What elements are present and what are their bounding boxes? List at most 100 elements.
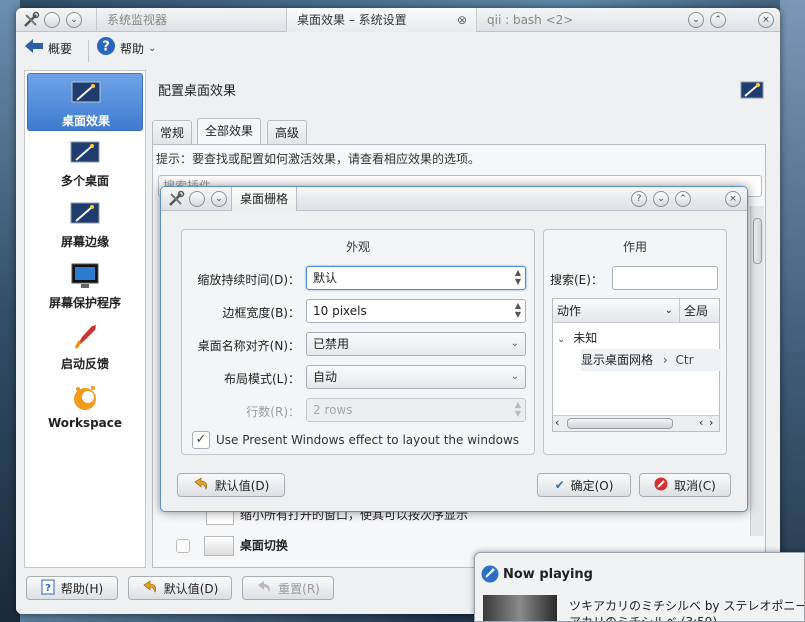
help-menu-button[interactable]: ? 帮助 ⌄ [96, 36, 156, 63]
chevron-down-icon: ⌄ [215, 194, 223, 204]
tab-advanced[interactable]: 高级 [267, 120, 308, 146]
column-header-action[interactable]: 动作 ⌄ [553, 299, 679, 323]
cancel-button[interactable]: 取消(C) [639, 473, 731, 497]
scrollbar-thumb[interactable] [753, 218, 762, 264]
svg-text:?: ? [45, 583, 51, 594]
chevron-down-icon: ⌄ [664, 305, 673, 316]
effect-checkbox[interactable] [176, 539, 190, 553]
defaults-button[interactable]: 默认值(D) [128, 576, 232, 600]
help-icon: ? [96, 36, 116, 63]
ok-button[interactable]: ✔ 确定(O) [537, 473, 631, 497]
sidebar-item-launch-feedback[interactable]: 启动反馈 [27, 317, 143, 375]
tree-item-unknown[interactable]: ⌄ 未知 [557, 329, 597, 346]
checkmark-icon: ✔ [554, 478, 565, 492]
effect-thumbnail-icon [203, 536, 234, 556]
action-group: 作用 搜索(E)： 动作 ⌄ 全局 ⌄ 未知 显示桌面网格 › Ctr ‹ ‹ … [543, 229, 727, 455]
tab-general[interactable]: 常规 [152, 120, 193, 146]
chevron-down-icon: ⌄ [692, 15, 700, 25]
rows-label: 行数(R)： [246, 405, 300, 419]
chevron-down-icon: ⌄ [510, 338, 519, 349]
tab-terminal[interactable]: qii : bash <2> [476, 8, 676, 32]
close-icon: × [729, 194, 737, 204]
spin-arrows-icon: ▲ ▼ [514, 400, 521, 418]
question-icon: ? [636, 194, 642, 204]
chevron-down-icon: ⌄ [510, 371, 519, 382]
scroll-right-icon[interactable]: › [709, 416, 713, 429]
tab-system-monitor[interactable]: 系统监视器 [96, 8, 286, 32]
minimize-button[interactable]: ⌄ [66, 12, 82, 28]
reset-icon [256, 580, 272, 597]
effects-list-scrollbar[interactable] [750, 206, 764, 536]
tree-item-show-desktop-grid[interactable]: 显示桌面网格 › Ctr [581, 349, 721, 371]
track-title: ツキアカリのミチシルベ by ステレオポニー [569, 599, 805, 613]
column-header-global[interactable]: 全局 [679, 299, 719, 323]
minimize-dialog-button[interactable]: ⌄ [653, 191, 669, 207]
now-playing-notification[interactable]: Now playing ツキアカリのミチシルベ by ステレオポニー アカリのミ… [474, 552, 805, 622]
tab-desktop-effects[interactable]: 桌面效果 – 系统设置 ⊗ [286, 8, 476, 32]
spin-arrows-icon[interactable]: ▲ ▼ [515, 301, 521, 319]
help-button[interactable]: ? 帮助(H) [26, 576, 118, 600]
dialog-titlebar[interactable]: ⌄ 桌面栅格 ? ⌄ ⌃ × [161, 187, 747, 211]
sidebar-item-screen-edges[interactable]: 屏幕边缘 [27, 195, 143, 253]
maximize-window-button[interactable]: ⌃ [710, 12, 726, 28]
checkmark-icon: ✓ [195, 432, 207, 447]
action-title: 作用 [622, 240, 647, 254]
category-sidebar: 桌面效果 多个桌面 屏幕边缘 屏幕保护程序 启动反馈 Workspace [24, 70, 146, 568]
keep-above-button[interactable] [189, 191, 205, 207]
border-width-spinbox[interactable]: 10 pixels ▲ ▼ [306, 299, 526, 323]
cancel-icon [654, 477, 668, 494]
close-window-button[interactable]: × [758, 12, 774, 28]
chevron-down-icon: ⌄ [657, 194, 665, 204]
chevron-right-icon: › [662, 353, 668, 367]
workspace-icon [70, 384, 100, 412]
scroll-left-icon[interactable]: ‹ [555, 416, 559, 429]
desktop-name-align-select[interactable]: 已禁用 ⌄ [306, 332, 526, 356]
layout-mode-label: 布局模式(L)： [223, 372, 300, 386]
desktop-effects-icon [71, 80, 101, 108]
dialog-defaults-button[interactable]: 默认值(D) [177, 473, 285, 497]
toolbar: 概要 ? 帮助 ⌄ [16, 32, 780, 66]
keep-above-button[interactable] [44, 12, 60, 28]
scroll-left-icon[interactable]: ‹ [699, 416, 703, 429]
reset-button[interactable]: 重置(R) [242, 576, 334, 600]
close-tab-icon[interactable]: ⊗ [457, 8, 467, 32]
minimize-window-button[interactable]: ⌄ [688, 12, 704, 28]
whats-this-button[interactable]: ? [631, 191, 647, 207]
back-arrow-icon [24, 38, 44, 61]
launch-feedback-icon [70, 323, 100, 351]
sidebar-item-screensaver[interactable]: 屏幕保护程序 [27, 256, 143, 314]
sidebar-item-workspace[interactable]: Workspace [27, 378, 143, 436]
tree-hscrollbar[interactable]: ‹ ‹ › [553, 415, 719, 431]
chevron-up-icon: ⌃ [679, 194, 687, 204]
toolbar-divider [88, 40, 89, 62]
rows-spinbox[interactable]: 2 rows ▲ ▼ [306, 398, 526, 422]
spin-arrows-icon[interactable]: ▲ ▼ [515, 268, 521, 286]
tools-icon[interactable] [22, 11, 40, 29]
zoom-duration-spinbox[interactable]: 默认 ▲ ▼ [306, 266, 526, 290]
tools-icon[interactable] [167, 190, 185, 208]
tab-all-effects[interactable]: 全部效果 [197, 118, 262, 146]
action-search-input[interactable] [612, 266, 718, 290]
multiple-desktops-icon [70, 140, 100, 168]
screensaver-icon [70, 262, 100, 290]
present-windows-checkbox[interactable]: ✓ [192, 431, 210, 449]
chevron-up-icon: ⌃ [714, 15, 722, 25]
hint-text: 提示：要查找或配置如何激活效果，请查看相应效果的选项。 [156, 152, 481, 166]
music-player-icon [481, 565, 499, 583]
track-album: アカリのミチシルベ (3:59) [569, 615, 718, 622]
border-width-label: 边框宽度(B)： [222, 306, 300, 320]
present-windows-label: Use Present Windows effect to layout the… [216, 433, 520, 447]
scrollbar-thumb[interactable] [567, 418, 673, 429]
layout-mode-select[interactable]: 自动 ⌄ [306, 365, 526, 389]
overview-button[interactable]: 概要 [24, 38, 72, 60]
maximize-dialog-button[interactable]: ⌃ [675, 191, 691, 207]
help-icon: ? [41, 579, 55, 598]
notification-title: Now playing [503, 567, 593, 582]
appearance-group: 外观 缩放持续时间(D)： 默认 ▲ ▼ 边框宽度(B)： 10 pixels ▲… [181, 229, 535, 455]
svg-text:?: ? [102, 39, 110, 54]
minimize-button[interactable]: ⌄ [211, 191, 227, 207]
sidebar-item-desktop-effects[interactable]: 桌面效果 [27, 73, 143, 131]
close-dialog-button[interactable]: × [725, 191, 741, 207]
sidebar-item-multiple-desktops[interactable]: 多个桌面 [27, 134, 143, 192]
window-titlebar[interactable]: ⌄ 系统监视器 桌面效果 – 系统设置 ⊗ qii : bash <2> ⌄ ⌃… [16, 8, 780, 32]
